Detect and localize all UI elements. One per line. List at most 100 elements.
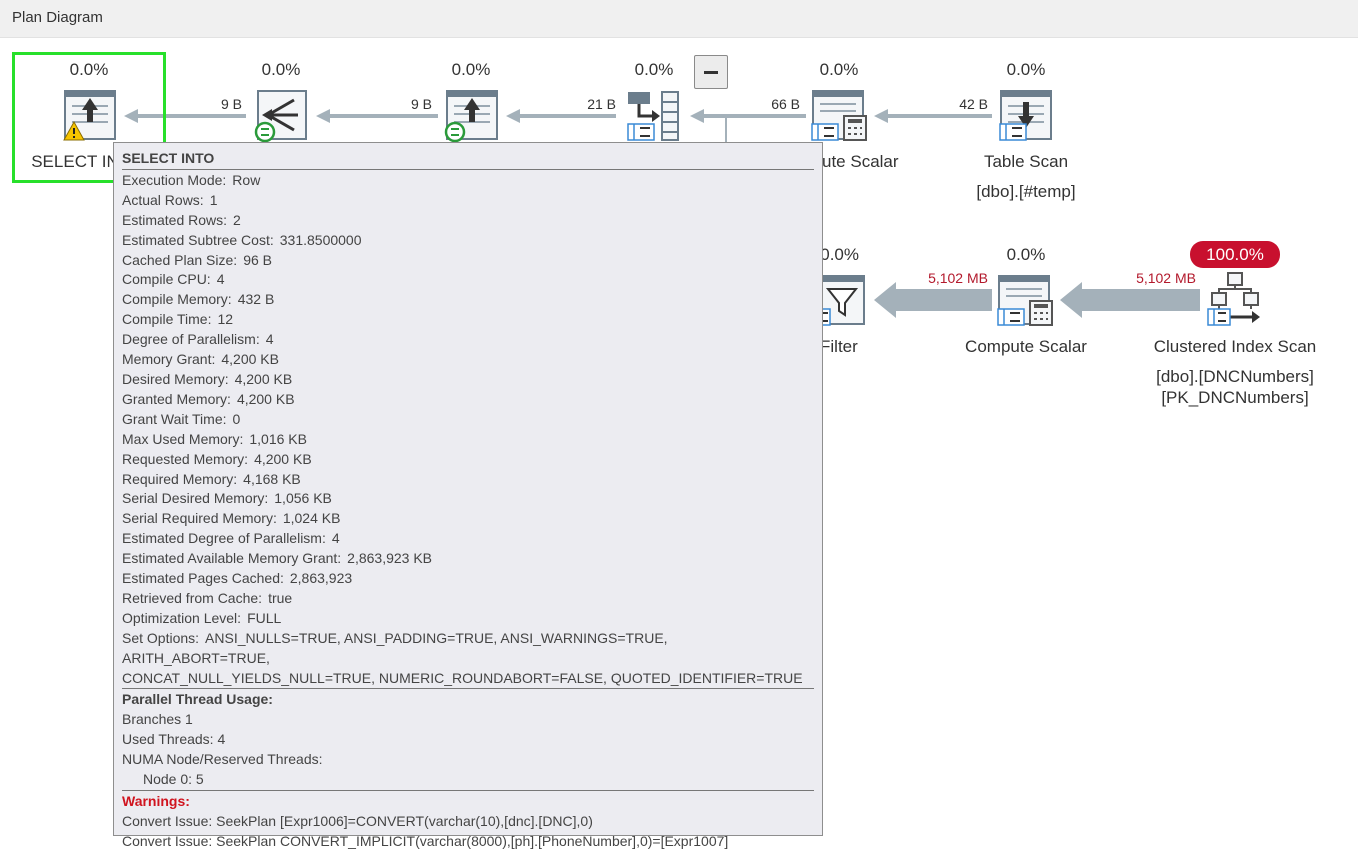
tooltip-used-threads: Used Threads: 4	[122, 731, 226, 748]
edge-label: 9 B	[410, 96, 432, 112]
table-scan-icon[interactable]	[998, 88, 1054, 144]
tooltip-property-row: Estimated Subtree Cost: 331.8500000	[122, 231, 814, 251]
tooltip-property-key: Retrieved from Cache:	[122, 589, 263, 606]
operator-object-line: [PK_DNCNumbers]	[1161, 388, 1309, 407]
tooltip-property-row: Desired Memory: 4,200 KB	[122, 370, 814, 390]
tooltip-property-key: Estimated Available Memory Grant:	[122, 550, 342, 567]
gather-streams-icon[interactable]	[254, 88, 310, 144]
tooltip-property-row: Estimated Pages Cached: 2,863,923	[122, 569, 814, 589]
tooltip-property-row: Actual Rows: 1	[122, 191, 814, 211]
table-insert-icon[interactable]	[444, 88, 500, 144]
edge-label: 21 B	[587, 96, 616, 112]
tooltip-property-value: FULL	[247, 609, 282, 626]
operator-cost: 0.0%	[1006, 245, 1046, 264]
tooltip-property-value: 4,200 KB	[236, 390, 295, 407]
tooltip-property-row: Estimated Degree of Parallelism: 4	[122, 529, 814, 549]
tooltip-property-value: 2,863,923 KB	[347, 550, 433, 567]
collapse-button[interactable]	[694, 55, 728, 89]
tooltip-property-key: Estimated Rows:	[122, 211, 228, 228]
tooltip-properties: Execution Mode: Row Actual Rows: 1 Estimated…	[122, 171, 814, 669]
tooltip-title: SELECT INTO	[122, 150, 215, 166]
tooltip-property-value: 2	[233, 211, 241, 228]
tooltip-set-options-cont: CONCAT_NULL_YIELDS_NULL=TRUE, NUMERIC_RO…	[122, 669, 803, 686]
tooltip-property-row: Retrieved from Cache: true	[122, 589, 814, 609]
tooltip-property-value: 1,024 KB	[282, 510, 341, 527]
tooltip-property-row: Memory Grant: 4,200 KB	[122, 350, 814, 370]
panel-title: Plan Diagram	[12, 9, 103, 26]
tooltip-property-row: Compile CPU: 4	[122, 270, 814, 290]
tooltip-property-row: Grant Wait Time: 0	[122, 410, 814, 430]
edge-label: 42 B	[959, 96, 988, 112]
tooltip-property-value: 1,016 KB	[249, 430, 307, 447]
tooltip-property-key: Compile CPU:	[122, 271, 211, 288]
operator-cost: 0.0%	[1006, 60, 1046, 79]
tooltip-property-value: Row	[232, 171, 261, 188]
tooltip-property-key: Desired Memory:	[122, 370, 229, 387]
tooltip-divider	[122, 790, 814, 791]
tooltip-property-value: 96 B	[243, 251, 272, 268]
tooltip-property-key: Requested Memory:	[122, 450, 249, 467]
operator-label-compute-scalar: Compute Scalar	[965, 337, 1087, 356]
tooltip-property-key: Estimated Subtree Cost:	[122, 231, 274, 248]
operator-cost: 0.0%	[261, 60, 301, 79]
operator-cost: 0.0%	[451, 60, 491, 79]
tooltip-property-row: Estimated Available Memory Grant: 2,863,9…	[122, 549, 814, 569]
operator-label-clustered-index-scan: Clustered Index Scan	[1153, 337, 1317, 356]
tooltip-property-row: Serial Desired Memory: 1,056 KB	[122, 489, 814, 509]
tooltip-branches: Branches 1	[122, 711, 193, 728]
tooltip-property-key: Memory Grant:	[122, 351, 216, 368]
tooltip-property-value: 4,168 KB	[243, 470, 301, 487]
tooltip-property-row: Degree of Parallelism: 4	[122, 330, 814, 350]
tooltip-property-key: Estimated Degree of Parallelism:	[122, 530, 326, 547]
operator-label-filter: Filter	[820, 337, 858, 356]
edge-label: 5,102 MB	[928, 270, 988, 286]
tooltip-property-value: 1,056 KB	[274, 490, 332, 507]
clustered-index-scan-icon[interactable]	[1206, 271, 1266, 329]
tooltip-property-key: Optimization Level:	[122, 609, 242, 626]
tooltip-property-value: ANSI_NULLS=TRUE, ANSI_PADDING=TRUE, ANSI…	[122, 629, 668, 666]
tooltip-property-key: Execution Mode:	[122, 171, 227, 188]
operator-label-table-scan: Table Scan	[983, 152, 1069, 171]
compute-scalar-icon[interactable]	[810, 88, 870, 144]
tooltip-property-key: Cached Plan Size:	[122, 251, 238, 268]
tooltip-property-value: 4	[216, 271, 225, 288]
operator-cost-badge: 100.0%	[1190, 241, 1280, 268]
select-into-icon[interactable]	[62, 88, 118, 144]
compute-scalar-icon[interactable]	[996, 273, 1056, 329]
tooltip-property-key: Actual Rows:	[122, 191, 204, 208]
tooltip-property-row: Granted Memory: 4,200 KB	[122, 390, 814, 410]
tooltip-property-value: 4,200 KB	[221, 351, 279, 368]
tooltip-property-value: 4	[265, 331, 274, 348]
tooltip-property-value: 1	[209, 191, 218, 208]
tooltip-property-key: Grant Wait Time:	[122, 410, 227, 427]
operator-object-line: [dbo].[DNCNumbers]	[1156, 367, 1314, 386]
tooltip-property-key: Estimated Pages Cached:	[122, 570, 284, 587]
edge-arrow-6	[874, 282, 992, 318]
tooltip-property-key: Compile Time:	[122, 311, 212, 328]
tooltip-property-key: Compile Memory:	[122, 291, 232, 308]
tooltip-property-row: Required Memory: 4,168 KB	[122, 470, 814, 490]
tooltip-property-value: 0	[232, 410, 241, 427]
tooltip-property-key: Degree of Parallelism:	[122, 331, 260, 348]
tooltip-property-value: 4,200 KB	[234, 370, 293, 387]
tooltip-property-row: Optimization Level: FULL	[122, 609, 814, 629]
edge-arrow-7	[1060, 282, 1200, 318]
tooltip-property-key: Serial Desired Memory:	[122, 490, 269, 507]
tooltip-property-row: Requested Memory: 4,200 KB	[122, 450, 814, 470]
operator-cost: 0.0%	[819, 60, 859, 79]
tooltip-property-key: Serial Required Memory:	[122, 510, 277, 527]
tooltip-divider	[122, 688, 814, 690]
tooltip-property-key: Required Memory:	[122, 470, 238, 487]
tooltip-property-value: 432 B	[237, 291, 275, 308]
tooltip-section-title: Parallel Thread Usage:	[122, 691, 273, 708]
tooltip-warnings-title: Warnings:	[122, 793, 190, 809]
tooltip-divider	[122, 168, 814, 170]
edge-label: 9 B	[220, 96, 242, 112]
tooltip-property-row: Cached Plan Size: 96 B	[122, 251, 814, 271]
tooltip-property-row: Compile Time: 12	[122, 310, 814, 330]
hash-match-icon[interactable]	[626, 88, 682, 144]
tooltip-warning: Convert Issue: SeekPlan CONVERT_IMPLICIT…	[122, 832, 729, 849]
tooltip-property-row: Execution Mode: Row	[122, 171, 814, 191]
panel-header: Plan Diagram	[0, 0, 1358, 38]
tooltip-numa-node: Node 0: 5	[143, 771, 204, 788]
